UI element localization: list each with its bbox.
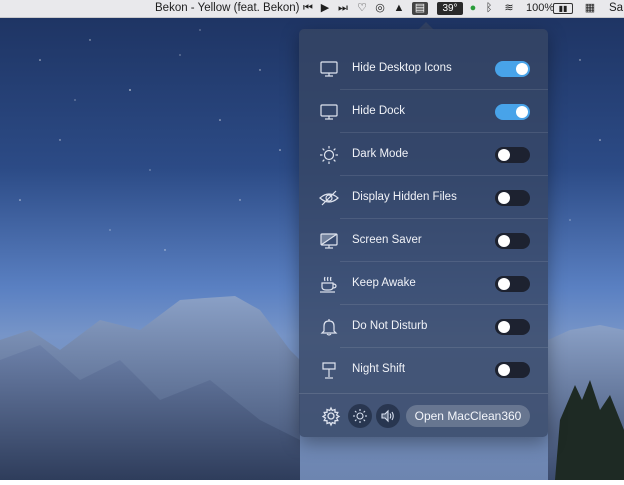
sun-icon [319, 145, 339, 165]
flag-icon[interactable]: ▦ [583, 2, 597, 15]
row-hide-dock[interactable]: Hide Dock [299, 90, 548, 133]
gear-icon[interactable] [319, 404, 343, 428]
row-label: Hide Dock [352, 105, 406, 117]
toggle-knob [498, 149, 510, 161]
weather-badge[interactable]: 39° [437, 2, 463, 15]
clock-label[interactable]: Sa [609, 0, 623, 17]
row-label: Display Hidden Files [352, 191, 457, 203]
row-label: Do Not Disturb [352, 320, 428, 332]
macclean-popover: Hide Desktop Icons Hide Dock Dark Mode D… [299, 29, 548, 437]
wifi-icon[interactable]: ≋ [501, 2, 517, 15]
row-label: Dark Mode [352, 148, 409, 160]
do-not-disturb-toggle[interactable] [495, 319, 530, 335]
row-label: Night Shift [352, 363, 406, 375]
bluetooth-icon[interactable]: ᛒ [484, 2, 494, 15]
keep-awake-toggle[interactable] [495, 276, 530, 292]
previous-track-icon[interactable]: ⏮ [303, 2, 313, 15]
macclean-menu-icon[interactable]: ▤ [412, 2, 428, 15]
hide-desktop-icons-toggle[interactable] [495, 61, 530, 77]
battery-icon[interactable]: ▮▮ [553, 3, 573, 14]
toggle-knob [498, 235, 510, 247]
status-circle-icon[interactable]: ● [467, 2, 479, 15]
row-display-hidden-files[interactable]: Display Hidden Files [299, 176, 548, 219]
hide-dock-toggle[interactable] [495, 104, 530, 120]
row-keep-awake[interactable]: Keep Awake [299, 262, 548, 305]
row-night-shift[interactable]: Night Shift [299, 348, 548, 391]
row-label: Keep Awake [352, 277, 416, 289]
screen-saver-icon [319, 231, 339, 251]
monitor-icon [319, 102, 339, 122]
row-label: Screen Saver [352, 234, 422, 246]
play-icon[interactable]: ▶ [320, 2, 330, 15]
display-hidden-files-toggle[interactable] [495, 190, 530, 206]
row-hide-desktop-icons[interactable]: Hide Desktop Icons [299, 47, 548, 90]
row-dark-mode[interactable]: Dark Mode [299, 133, 548, 176]
menu-bar: Bekon - Yellow (feat. Bekon) ⏮ ▶ ⏭ ♡ ◎ ▲… [0, 0, 624, 18]
next-track-icon[interactable]: ⏭ [338, 2, 348, 15]
volume-icon[interactable] [376, 404, 400, 428]
row-label: Hide Desktop Icons [352, 62, 452, 74]
screen-saver-toggle[interactable] [495, 233, 530, 249]
sync-icon[interactable]: ◎ [374, 2, 386, 15]
toggle-knob [498, 321, 510, 333]
row-screen-saver[interactable]: Screen Saver [299, 219, 548, 262]
bell-icon [319, 317, 339, 337]
dark-mode-toggle[interactable] [495, 147, 530, 163]
popover-footer: Open MacClean360 [299, 393, 548, 438]
toggle-knob [498, 364, 510, 376]
coffee-cup-icon [319, 274, 339, 294]
brightness-icon[interactable] [348, 404, 372, 428]
heart-icon[interactable]: ♡ [356, 2, 368, 15]
toggle-knob [498, 192, 510, 204]
night-shift-toggle[interactable] [495, 362, 530, 378]
now-playing-label[interactable]: Bekon - Yellow (feat. Bekon) [155, 0, 299, 17]
row-do-not-disturb[interactable]: Do Not Disturb [299, 305, 548, 348]
ghost-icon[interactable]: ▲ [393, 2, 405, 15]
toggle-knob [498, 278, 510, 290]
battery-percent: 100% [526, 2, 555, 14]
toggle-knob [516, 106, 528, 118]
monitor-icon [319, 59, 339, 79]
open-macclean-button[interactable]: Open MacClean360 [406, 405, 530, 427]
lamp-icon [319, 360, 339, 380]
eye-slash-icon [319, 188, 339, 208]
toggle-knob [516, 63, 528, 75]
